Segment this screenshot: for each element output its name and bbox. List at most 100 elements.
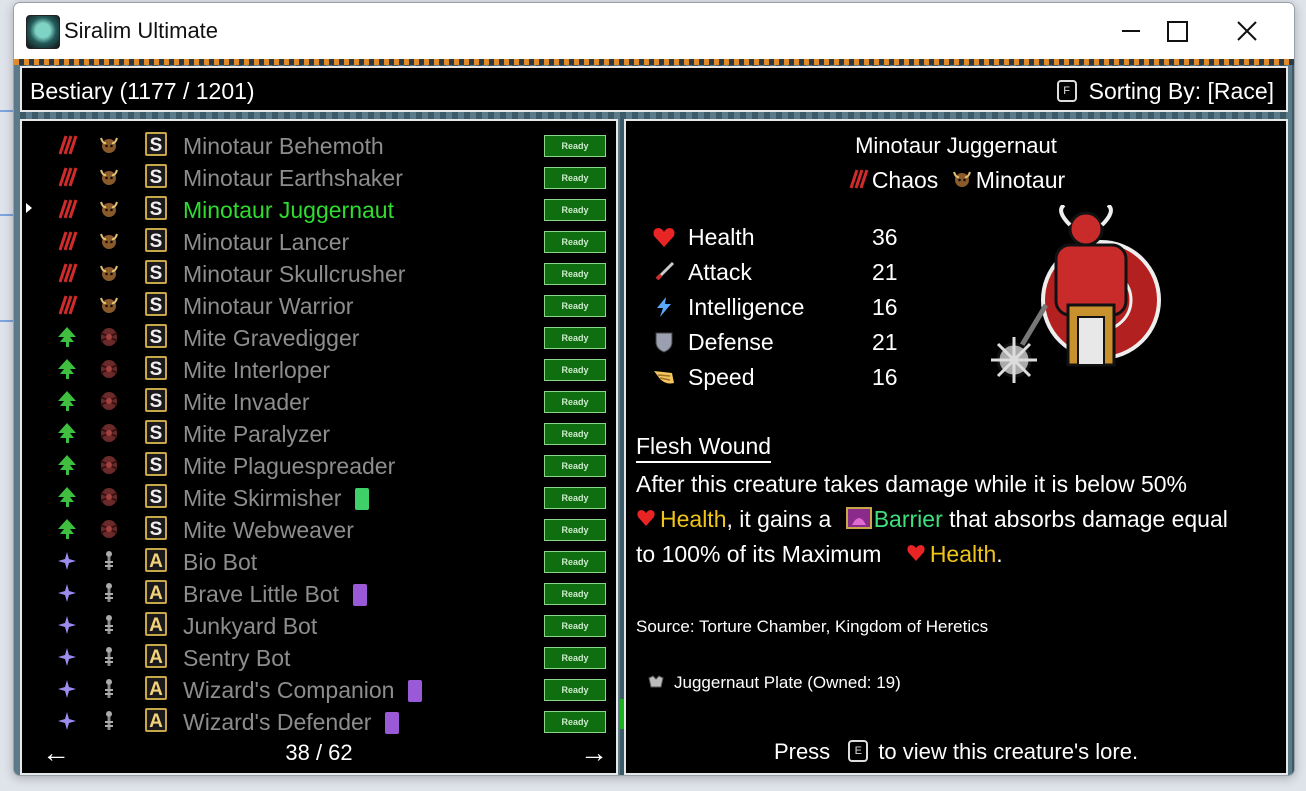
creature-row[interactable]: S Mite Webweaver Ready [22,513,616,545]
creature-row[interactable]: A Junkyard Bot Ready [22,609,616,641]
mite-race-icon [98,358,120,380]
nature-icon [56,358,78,380]
game-border-decoration [14,59,1294,65]
ready-badge: Ready [544,231,606,253]
mite-race-icon [98,486,120,508]
minotaur-race-icon [98,262,120,284]
creature-row[interactable]: S Mite Plaguespreader Ready [22,449,616,481]
ready-badge: Ready [544,263,606,285]
creature-class-icon: S [145,164,167,188]
ability-text-5: . [996,541,1003,567]
creature-name: Wizard's Companion [183,677,395,703]
creature-name: Mite Gravedigger [183,325,360,351]
page-number: 38 / 62 [285,740,353,765]
mite-race-icon [98,518,120,540]
stat-value: 16 [872,364,898,390]
bot-race-icon [98,646,120,668]
selection-cursor-icon [26,203,32,213]
sorcery-icon [56,614,78,636]
chaos-icon [56,262,78,284]
creature-name: Minotaur Juggernaut [183,197,394,223]
maximize-button[interactable] [1154,3,1200,59]
creature-row[interactable]: S Mite Interloper Ready [22,353,616,385]
creature-name: Sentry Bot [183,645,291,671]
stat-intelligence: Intelligence 16 [652,293,922,323]
creature-class-icon: S [145,324,167,348]
creature-row[interactable]: S Mite Skirmisher Ready [22,481,616,513]
creature-row[interactable]: S Minotaur Warrior Ready [22,289,616,321]
creature-class-icon: S [145,356,167,380]
creature-name: Mite Interloper [183,357,331,383]
sort-control[interactable]: F Sorting By: [Race] [1056,78,1274,105]
minimize-button[interactable] [1108,3,1154,59]
purple-trait-tag-icon [385,712,399,734]
bestiary-header: Bestiary (1177 / 1201) F Sorting By: [Rac… [20,66,1288,112]
next-page-arrow[interactable]: → [580,737,608,769]
ability-text-3: that absorbs damage equal [942,506,1228,532]
creature-row[interactable]: S Mite Invader Ready [22,385,616,417]
bot-race-icon [98,550,120,572]
stat-health: Health 36 [652,223,922,253]
creature-row[interactable]: A Bio Bot Ready [22,545,616,577]
creature-row[interactable]: S Minotaur Lancer Ready [22,225,616,257]
creature-class-icon: A [145,580,167,604]
sort-label: Sorting By: [Race] [1088,78,1274,104]
material-label: Juggernaut Plate (Owned: 19) [674,673,901,692]
creature-class-icon: S [145,516,167,540]
creature-row[interactable]: S Minotaur Skullcrusher Ready [22,257,616,289]
ability-barrier-keyword[interactable]: Barrier [874,506,943,532]
stat-value: 21 [872,329,898,355]
ability-name: Flesh Wound [636,433,772,463]
creature-row[interactable]: S Mite Paralyzer Ready [22,417,616,449]
app-window: Siralim Ultimate Bestiary (1177 / 1201) … [13,2,1295,776]
creature-row[interactable]: A Brave Little Bot Ready [22,577,616,609]
nature-icon [56,390,78,412]
pager: ← 38 / 62 → [22,737,616,773]
minimize-icon [1122,30,1140,32]
title-bar[interactable]: Siralim Ultimate [14,3,1294,59]
game-viewport: Bestiary (1177 / 1201) F Sorting By: [Rac… [14,59,1294,775]
wing-icon [652,365,676,389]
creature-types: Chaos Minotaur [626,167,1286,194]
creature-row[interactable]: S Minotaur Juggernaut Ready [22,193,616,225]
creature-row[interactable]: A Sentry Bot Ready [22,641,616,673]
nature-icon [56,518,78,540]
desktop-fragment [0,110,14,112]
ability-health-keyword[interactable]: Health [930,541,996,567]
close-button[interactable] [1224,3,1270,59]
nature-icon [56,486,78,508]
creature-class-icon: S [145,196,167,220]
bot-race-icon [98,614,120,636]
creature-row[interactable]: S Minotaur Behemoth Ready [22,129,616,161]
lore-prompt[interactable]: Press Eto view this creature's lore. [626,739,1286,765]
nature-icon [56,326,78,348]
creature-class-icon: S [145,452,167,476]
creature-name: Mite Paralyzer [183,421,330,447]
creature-sprite [991,205,1161,383]
ability-description: After this creature takes damage while i… [636,467,1276,572]
creature-row[interactable]: A Wizard's Companion Ready [22,673,616,705]
stat-label: Defense [688,329,774,355]
ready-badge: Ready [544,615,606,637]
creature-row[interactable]: S Minotaur Earthshaker Ready [22,161,616,193]
stat-label: Intelligence [688,294,805,320]
creature-name: Bio Bot [183,549,258,575]
bestiary-title: Bestiary (1177 / 1201) [30,78,255,104]
ability-text-2: , it gains a [726,506,832,532]
app-icon [26,15,60,49]
heart-icon [907,544,925,561]
desktop-fragment [0,320,14,322]
stat-label: Attack [688,259,752,285]
sorcery-icon [56,550,78,572]
creature-source: Source: Torture Chamber, Kingdom of Here… [636,617,989,636]
desktop-fragment [0,214,14,216]
creature-row[interactable]: S Mite Gravedigger Ready [22,321,616,353]
creature-name: Minotaur Lancer [183,229,350,255]
chaos-icon [56,198,78,220]
creature-name: Wizard's Defender [183,709,372,735]
creature-row[interactable]: A Wizard's Defender Ready [22,705,616,737]
ability-health-keyword[interactable]: Health [660,506,726,532]
ready-badge: Ready [544,679,606,701]
creature-class-icon: S [145,228,167,252]
minotaur-race-icon [98,134,120,156]
